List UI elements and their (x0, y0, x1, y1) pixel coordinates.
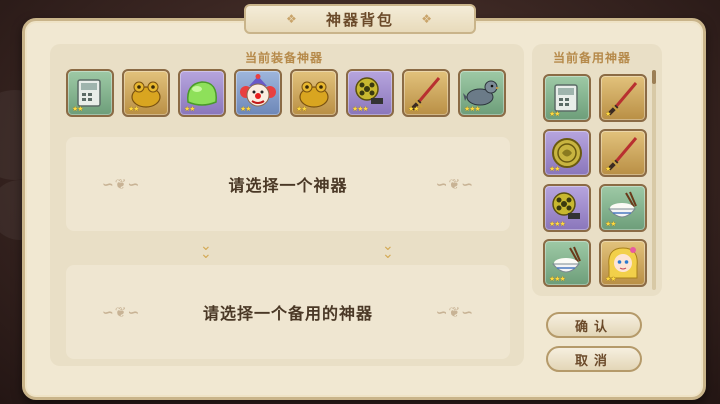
equipped-slot[interactable]: ★★ (122, 69, 170, 117)
equipped-slot[interactable]: ★★ (178, 69, 226, 117)
equipped-slot[interactable]: ★★ (402, 69, 450, 117)
spare-slot[interactable]: ★★★ (543, 184, 591, 232)
flourish-icon: ∽❦∽ (102, 177, 141, 193)
star-rating: ★★ (184, 105, 196, 113)
flourish-icon: ∽❦∽ (102, 305, 141, 321)
star-rating: ★ (605, 165, 611, 173)
star-rating: ★★ (128, 105, 140, 113)
spare-slot[interactable]: ★★ (599, 239, 647, 287)
window-title-tab: ❖ 神器背包 ❖ (244, 4, 476, 34)
star-rating: ★★ (72, 105, 84, 113)
star-rating: ★★ (549, 110, 561, 118)
select-spare-prompt: 请选择一个备用的神器 (202, 304, 373, 323)
star-rating: ★★★ (549, 275, 566, 283)
equipped-slot[interactable]: ★★★ (346, 69, 394, 117)
flourish-icon: ∽❦∽ (435, 177, 474, 193)
select-artifact-prompt: 请选择一个神器 (228, 176, 348, 195)
equipped-slot[interactable]: ★★ (234, 69, 282, 117)
scrollbar-thumb[interactable] (652, 70, 656, 84)
spare-artifact-drop-zone[interactable]: ∽❦∽ 请选择一个备用的神器 ∽❦∽ (66, 265, 510, 359)
spare-label: 当前备用神器 (553, 51, 632, 65)
star-rating: ★★ (605, 220, 617, 228)
chevron-down-icon: ⌄ ⌄ (200, 238, 212, 262)
spare-slot[interactable]: ★ (599, 74, 647, 122)
star-rating: ★★ (240, 105, 252, 113)
spare-scrollbar[interactable] (652, 70, 656, 290)
ornament-icon: ❖ (421, 12, 434, 26)
spare-slot[interactable]: ★ (599, 129, 647, 177)
spare-slot[interactable]: ★★ (599, 184, 647, 232)
equipped-slot-row: ★★ ★★ ★★ ★★ ★★ ★★★ ★★ ★★★ (66, 69, 506, 117)
spare-slot-grid: ★★ ★ ★★ ★ ★★★ ★★ ★★★ ★★ (543, 74, 647, 287)
cancel-button[interactable]: 取消 (546, 346, 642, 372)
star-rating: ★★★ (352, 105, 369, 113)
star-rating: ★★ (296, 105, 308, 113)
equip-artifact-drop-zone[interactable]: ∽❦∽ 请选择一个神器 ∽❦∽ (66, 137, 510, 231)
equipped-label: 当前装备神器 (245, 51, 324, 65)
equipped-slot[interactable]: ★★ (290, 69, 338, 117)
star-rating: ★★ (605, 275, 617, 283)
star-rating: ★★ (549, 165, 561, 173)
window-title: 神器背包 (325, 10, 394, 29)
spare-slot[interactable]: ★★★ (543, 239, 591, 287)
chevron-down-icon: ⌄ ⌄ (382, 238, 394, 262)
equipped-slot[interactable]: ★★ (66, 69, 114, 117)
confirm-button[interactable]: 确认 (546, 312, 642, 338)
spare-slot[interactable]: ★★ (543, 74, 591, 122)
spare-slot[interactable]: ★★ (543, 129, 591, 177)
flourish-icon: ∽❦∽ (435, 305, 474, 321)
ornament-icon: ❖ (286, 12, 299, 26)
star-rating: ★★ (408, 105, 420, 113)
star-rating: ★ (605, 110, 611, 118)
star-rating: ★★★ (464, 105, 481, 113)
equipped-slot[interactable]: ★★★ (458, 69, 506, 117)
star-rating: ★★★ (549, 220, 566, 228)
